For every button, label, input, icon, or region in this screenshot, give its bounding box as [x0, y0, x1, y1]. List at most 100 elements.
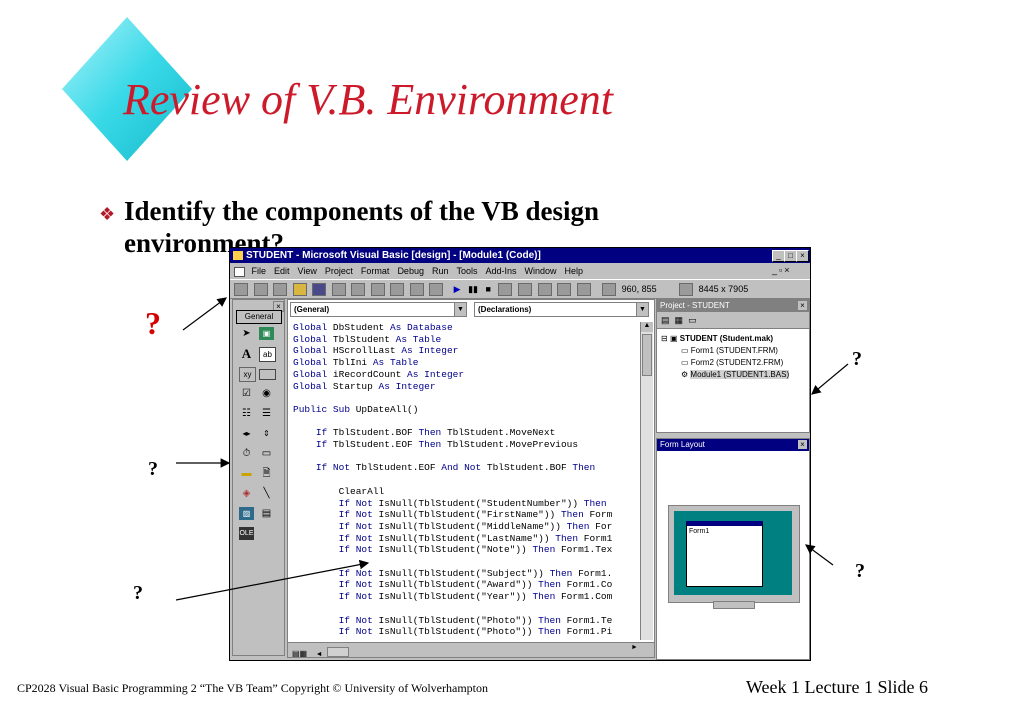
textbox-icon[interactable]: ab: [259, 347, 276, 362]
view-code-icon[interactable]: ▤: [661, 315, 670, 325]
code-line[interactable]: If Not IsNull(TblStudent("Subject")) The…: [293, 568, 636, 580]
project-explorer-icon[interactable]: [498, 283, 513, 297]
code-line[interactable]: If Not IsNull(TblStudent("StudentNumber"…: [293, 498, 636, 510]
object-combo-arrow-icon[interactable]: ▼: [454, 302, 467, 317]
add-form-icon[interactable]: [253, 283, 268, 297]
label-icon[interactable]: A: [239, 347, 254, 360]
properties-icon[interactable]: [518, 283, 532, 297]
break-icon[interactable]: ▮▮: [468, 284, 478, 294]
code-line[interactable]: Global Startup As Integer: [293, 381, 636, 393]
combobox-icon[interactable]: ☷: [239, 407, 254, 420]
menu-run[interactable]: Run: [432, 266, 449, 276]
code-line[interactable]: If TblStudent.EOF Then TblStudent.MovePr…: [293, 439, 636, 451]
menu-project[interactable]: Project: [325, 266, 353, 276]
code-line[interactable]: If Not TblStudent.EOF And Not TblStudent…: [293, 462, 636, 474]
code-line[interactable]: If Not IsNull(TblStudent("Photo")) Then …: [293, 626, 636, 638]
toggle-folders-icon[interactable]: ▭: [688, 315, 697, 325]
code-horizontal-scrollbar[interactable]: ▤▦ ◄ ►: [288, 642, 654, 658]
code-line[interactable]: If Not IsNull(TblStudent("Note")) Then F…: [293, 544, 636, 556]
vscrollbar-icon[interactable]: ⇕: [259, 427, 274, 440]
dirlistbox-icon[interactable]: ▬: [239, 467, 254, 480]
menu-help[interactable]: Help: [565, 266, 584, 276]
code-line[interactable]: Global TblStudent As Table: [293, 334, 636, 346]
code-line[interactable]: Public Sub UpDateAll(): [293, 404, 636, 416]
code-line[interactable]: If Not IsNull(TblStudent("MiddleName")) …: [293, 521, 636, 533]
code-editor[interactable]: Global DbStudent As Database Global TblSt…: [293, 322, 636, 640]
timer-icon[interactable]: ⏱: [239, 447, 254, 460]
h-scroll-thumb[interactable]: [326, 646, 349, 657]
view-object-icon[interactable]: ▦: [675, 315, 684, 325]
form-preview[interactable]: Form1: [686, 521, 763, 587]
menu-edit[interactable]: Edit: [274, 266, 290, 276]
data-control-icon[interactable]: ▤: [259, 507, 274, 520]
tree-item[interactable]: ▭ Form2 (STUDENT2.FRM): [661, 357, 809, 369]
start-icon[interactable]: ▶: [454, 284, 461, 294]
line-icon[interactable]: ╲: [259, 487, 274, 500]
hscrollbar-icon[interactable]: ◂▸: [239, 427, 254, 440]
tree-root[interactable]: ⊟ ▣ STUDENT (Student.mak): [661, 333, 809, 345]
code-line[interactable]: Global iRecordCount As Integer: [293, 369, 636, 381]
collapse-icon[interactable]: ⊟: [661, 334, 668, 343]
code-line[interactable]: If Not IsNull(TblStudent("Award")) Then …: [293, 579, 636, 591]
redo-icon[interactable]: [429, 283, 444, 297]
checkbox-icon[interactable]: ☑: [239, 387, 254, 400]
mdi-child-buttons[interactable]: _▫×: [772, 265, 791, 275]
open-project-icon[interactable]: [292, 283, 307, 297]
filelistbox-icon[interactable]: 🗎: [259, 467, 274, 480]
scroll-up-icon[interactable]: ▲: [641, 322, 653, 332]
code-line[interactable]: If Not IsNull(TblStudent("FirstName")) T…: [293, 509, 636, 521]
paste-icon[interactable]: [370, 283, 385, 297]
code-line[interactable]: Global TblIni As Table: [293, 357, 636, 369]
toolbox-icon[interactable]: [576, 283, 591, 297]
code-line[interactable]: Global HScrollLast As Integer: [293, 345, 636, 357]
code-line[interactable]: [293, 416, 636, 428]
tree-item[interactable]: ▭ Form1 (STUDENT.FRM): [661, 345, 809, 357]
code-line[interactable]: If Not IsNull(TblStudent("LastName")) Th…: [293, 533, 636, 545]
copy-icon[interactable]: [351, 283, 366, 297]
menu-addins[interactable]: Add-Ins: [486, 266, 517, 276]
close-button[interactable]: ×: [796, 250, 809, 262]
scroll-thumb[interactable]: [642, 334, 652, 376]
code-line[interactable]: [293, 474, 636, 486]
menu-file[interactable]: File: [252, 266, 267, 276]
menu-editor-icon[interactable]: [273, 283, 288, 297]
object-combo[interactable]: (General): [290, 302, 455, 317]
code-line[interactable]: Global DbStudent As Database: [293, 322, 636, 334]
toolbox-general-tab[interactable]: General: [236, 310, 282, 324]
end-icon[interactable]: ■: [486, 284, 491, 294]
drivelistbox-icon[interactable]: ▭: [259, 447, 274, 460]
menu-format[interactable]: Format: [361, 266, 390, 276]
menu-tools[interactable]: Tools: [456, 266, 477, 276]
ole-icon[interactable]: OLE: [239, 527, 254, 540]
optionbutton-icon[interactable]: ◉: [259, 387, 274, 400]
object-browser-icon[interactable]: [557, 283, 572, 297]
shape-icon[interactable]: ◈: [239, 487, 254, 500]
find-icon[interactable]: [390, 283, 405, 297]
code-line[interactable]: [293, 451, 636, 463]
pointer-icon[interactable]: ➤: [239, 327, 254, 340]
procedure-combo[interactable]: (Declarations): [474, 302, 637, 317]
commandbutton-icon[interactable]: [259, 369, 276, 380]
listbox-icon[interactable]: ☰: [259, 407, 274, 420]
undo-icon[interactable]: [409, 283, 424, 297]
procedure-view-icon[interactable]: ▤▦: [292, 649, 307, 658]
code-line[interactable]: If Not IsNull(TblStudent("Photo")) Then …: [293, 615, 636, 627]
form-layout-icon[interactable]: [537, 283, 552, 297]
code-line[interactable]: [293, 556, 636, 568]
code-line[interactable]: If TblStudent.BOF Then TblStudent.MoveNe…: [293, 427, 636, 439]
project-close-button[interactable]: ×: [798, 301, 807, 310]
image-icon[interactable]: ▨: [239, 507, 254, 520]
code-line[interactable]: If Not IsNull(TblStudent("Year")) Then F…: [293, 591, 636, 603]
code-vertical-scrollbar[interactable]: ▲: [640, 322, 653, 640]
tree-item-selected[interactable]: ⚙ Module1 (STUDENT1.BAS): [661, 369, 809, 381]
scroll-left-icon[interactable]: ◄: [316, 651, 323, 658]
code-line[interactable]: ClearAll: [293, 486, 636, 498]
cut-icon[interactable]: [331, 283, 346, 297]
procedure-combo-arrow-icon[interactable]: ▼: [636, 302, 649, 317]
save-project-icon[interactable]: [312, 283, 327, 297]
add-project-icon[interactable]: [234, 283, 248, 297]
code-line[interactable]: [293, 392, 636, 404]
menu-debug[interactable]: Debug: [397, 266, 424, 276]
menu-view[interactable]: View: [298, 266, 317, 276]
form-layout-close-button[interactable]: ×: [798, 440, 807, 449]
